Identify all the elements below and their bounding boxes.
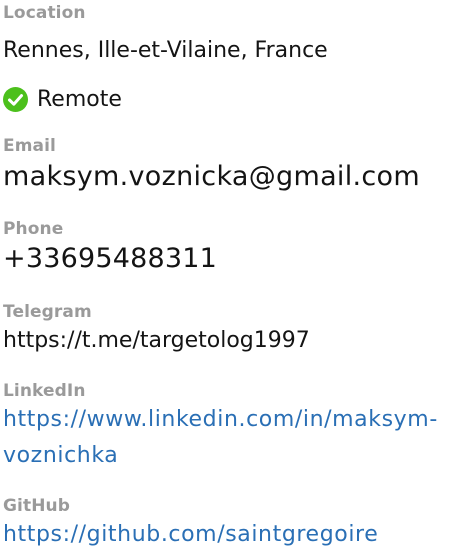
email-value[interactable]: maksym.voznicka@gmail.com — [3, 161, 420, 192]
check-circle-icon — [3, 86, 28, 112]
phone-label: Phone — [3, 219, 64, 239]
remote-indicator: Remote — [3, 85, 122, 113]
github-label: GitHub — [3, 496, 71, 516]
telegram-value[interactable]: https://t.me/targetolog1997 — [3, 328, 310, 353]
telegram-label: Telegram — [3, 302, 92, 322]
github-link[interactable]: https://github.com/saintgregoire — [3, 517, 448, 553]
linkedin-label: LinkedIn — [3, 381, 86, 401]
linkedin-link[interactable]: https://www.linkedin.com/in/maksym-vozni… — [3, 402, 448, 474]
email-label: Email — [3, 136, 56, 156]
remote-label: Remote — [37, 86, 122, 112]
location-label: Location — [3, 3, 86, 23]
phone-value[interactable]: +33695488311 — [3, 243, 217, 274]
location-value: Rennes, Ille-et-Vilaine, France — [3, 38, 328, 63]
